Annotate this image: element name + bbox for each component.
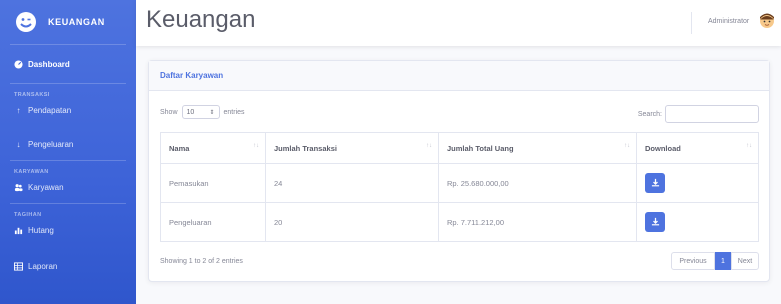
- sidebar-brand[interactable]: KEUANGAN: [0, 0, 136, 44]
- search-control: Search:: [638, 105, 759, 123]
- cell-nama: Pengeluaran: [160, 202, 266, 242]
- laugh-wink-icon: [14, 10, 38, 34]
- download-button[interactable]: [645, 212, 665, 232]
- data-table: Nama ↑↓ Jumlah Transaksi ↑↓ Jumlah Total…: [160, 132, 759, 242]
- sidebar-item-pendapatan[interactable]: ↑ Pendapatan: [0, 98, 136, 122]
- download-icon: [651, 217, 660, 228]
- column-header-label: Jumlah Total Uang: [447, 143, 514, 153]
- search-input[interactable]: [665, 105, 759, 123]
- sidebar-item-pengeluaran[interactable]: ↓ Pengeluaran: [0, 132, 136, 156]
- entries-label: entries: [223, 108, 245, 116]
- sidebar-item-label: Karyawan: [28, 182, 64, 192]
- arrow-down-icon: ↓: [16, 139, 21, 149]
- column-header-jumlah-transaksi[interactable]: Jumlah Transaksi ↑↓: [265, 132, 439, 164]
- bar-chart-icon: [14, 226, 23, 235]
- cell-total: Rp. 25.680.000,00: [438, 163, 637, 203]
- sidebar-item-laporan[interactable]: Laporan: [0, 254, 136, 278]
- sidebar-item-dashboard[interactable]: Dashboard: [0, 45, 136, 83]
- cell-nama: Pemasukan: [160, 163, 266, 203]
- sidebar-item-label: Hutang: [28, 225, 54, 235]
- sidebar-heading-karyawan: KARYAWAN: [14, 169, 49, 175]
- column-header-label: Download: [645, 143, 681, 153]
- sort-icon: ↑↓: [746, 143, 752, 149]
- cell-transaksi: 24: [265, 163, 439, 203]
- cell-transaksi: 20: [265, 202, 439, 242]
- table-info: Showing 1 to 2 of 2 entries: [160, 258, 243, 265]
- table-header-row: Nama ↑↓ Jumlah Transaksi ↑↓ Jumlah Total…: [160, 132, 759, 164]
- tachometer-icon: [14, 59, 23, 69]
- show-label: Show: [160, 108, 178, 116]
- sort-icon: ↑↓: [624, 143, 630, 149]
- column-header-label: Nama: [169, 143, 190, 153]
- search-label: Search:: [637, 110, 662, 118]
- column-header-label: Jumlah Transaksi: [274, 143, 337, 153]
- user-name[interactable]: Administrator: [708, 18, 749, 25]
- sidebar-item-hutang[interactable]: Hutang: [0, 218, 136, 242]
- sidebar-item-label: Dashboard: [28, 59, 70, 69]
- sidebar-item-label: Pengeluaran: [28, 139, 74, 149]
- topbar: Keuangan Administrator: [136, 0, 781, 46]
- column-header-nama[interactable]: Nama ↑↓: [160, 132, 266, 164]
- sort-icon: ↑↓: [426, 143, 432, 149]
- avatar[interactable]: [757, 11, 777, 31]
- card-title: Daftar Karyawan: [149, 61, 769, 91]
- download-button[interactable]: [645, 173, 665, 193]
- topbar-divider: [691, 12, 692, 34]
- sidebar-item-label: Pendapatan: [28, 105, 72, 115]
- column-header-jumlah-total-uang[interactable]: Jumlah Total Uang ↑↓: [438, 132, 637, 164]
- entries-select[interactable]: 10 ⇕: [181, 105, 220, 119]
- column-header-download[interactable]: Download ↑↓: [636, 132, 759, 164]
- sidebar-heading-tagihan: TAGIHAN: [14, 212, 42, 218]
- download-icon: [651, 178, 660, 189]
- sidebar-heading-transaksi: TRANSAKSI: [14, 92, 50, 98]
- sidebar-item-karyawan[interactable]: Karyawan: [0, 175, 136, 199]
- sidebar-item-label: Laporan: [28, 261, 58, 271]
- pagination-page-current[interactable]: 1: [715, 252, 731, 270]
- entries-control: Show 10 ⇕ entries: [160, 105, 245, 119]
- page-title: Keuangan: [146, 6, 256, 33]
- pagination: Previous 1 Next: [671, 252, 759, 270]
- entries-value: 10: [186, 108, 195, 116]
- sort-icon: ↑↓: [253, 143, 259, 149]
- brand-name: KEUANGAN: [48, 17, 105, 27]
- table-row: Pemasukan 24 Rp. 25.680.000,00: [160, 163, 759, 203]
- table-icon: [14, 261, 23, 271]
- sidebar: KEUANGAN Dashboard TRANSAKSI ↑ Pendapata…: [0, 0, 136, 304]
- employee-card: Daftar Karyawan Show 10 ⇕ entries Search…: [148, 60, 770, 282]
- table-row: Pengeluaran 20 Rp. 7.711.212,00: [160, 202, 759, 242]
- cell-download: [636, 202, 759, 242]
- pagination-previous[interactable]: Previous: [671, 252, 715, 270]
- select-arrows-icon: ⇕: [209, 109, 215, 116]
- cell-total: Rp. 7.711.212,00: [438, 202, 637, 242]
- cell-download: [636, 163, 759, 203]
- arrow-up-icon: ↑: [16, 105, 21, 115]
- pagination-next[interactable]: Next: [731, 252, 759, 270]
- users-icon: [14, 183, 23, 192]
